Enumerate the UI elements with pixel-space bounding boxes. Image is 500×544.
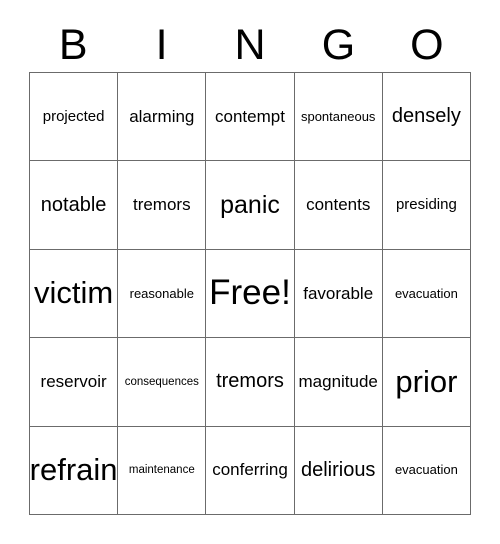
bingo-card: B I N G O projected alarming contempt sp… xyxy=(0,0,500,544)
bingo-cell-label: tremors xyxy=(216,370,284,393)
bingo-cell-b1[interactable]: projected xyxy=(30,73,119,162)
bingo-cell-o3[interactable]: evacuation xyxy=(382,249,471,339)
bingo-cell-g3[interactable]: favorable xyxy=(294,249,383,339)
bingo-cell-label: alarming xyxy=(129,106,195,126)
bingo-cell-n4[interactable]: tremors xyxy=(206,338,295,427)
bingo-cell-label: evacuation xyxy=(394,462,458,478)
bingo-cell-label: evacuation xyxy=(394,285,458,301)
bingo-cell-label: favorable xyxy=(303,283,374,303)
bingo-cell-label: conferring xyxy=(212,460,288,480)
bingo-cell-g4[interactable]: magnitude xyxy=(294,338,383,427)
bingo-cell-label: densely xyxy=(391,105,461,128)
bingo-cell-g2[interactable]: contents xyxy=(294,161,383,250)
bingo-cell-label: prior xyxy=(395,363,458,399)
bingo-cell-o1[interactable]: densely xyxy=(382,73,471,162)
bingo-cell-o2[interactable]: presiding xyxy=(382,161,471,250)
bingo-cell-label: consequences xyxy=(124,375,199,388)
bingo-cell-o5[interactable]: evacuation xyxy=(382,426,471,515)
bingo-cell-label: panic xyxy=(220,190,280,219)
bingo-cell-i2[interactable]: tremors xyxy=(118,161,207,250)
bingo-cell-label: reasonable xyxy=(129,285,194,301)
bingo-cell-label: contents xyxy=(306,195,371,215)
bingo-cell-label: presiding xyxy=(395,196,457,214)
bingo-cell-i3[interactable]: reasonable xyxy=(118,249,207,339)
bingo-header-letter-i: I xyxy=(155,20,168,69)
bingo-cell-label: reservoir xyxy=(40,371,107,391)
bingo-grid: projected alarming contempt spontaneous … xyxy=(29,72,471,515)
bingo-cell-label: refrain xyxy=(30,452,118,488)
bingo-cell-b4[interactable]: reservoir xyxy=(30,338,119,427)
bingo-cell-label: delirious xyxy=(300,458,376,481)
bingo-cell-label: victim xyxy=(33,275,114,311)
bingo-cell-n1[interactable]: contempt xyxy=(206,73,295,162)
bingo-cell-n2[interactable]: panic xyxy=(206,161,295,250)
bingo-cell-label: magnitude xyxy=(298,371,378,391)
bingo-header-letter-g: G xyxy=(321,20,356,69)
bingo-cell-i5[interactable]: maintenance xyxy=(118,426,207,515)
bingo-cell-g1[interactable]: spontaneous xyxy=(294,73,383,162)
bingo-free-space-label: Free! xyxy=(209,273,291,313)
bingo-cell-i4[interactable]: consequences xyxy=(118,338,207,427)
bingo-cell-n5[interactable]: conferring xyxy=(206,426,295,515)
bingo-cell-label: contempt xyxy=(215,106,285,126)
bingo-cell-label: tremors xyxy=(132,195,191,215)
bingo-header-row: B I N G O xyxy=(29,18,471,72)
bingo-cell-i1[interactable]: alarming xyxy=(118,73,207,162)
bingo-cell-b3[interactable]: victim xyxy=(30,249,119,339)
bingo-cell-label: notable xyxy=(40,193,107,216)
bingo-cell-label: spontaneous xyxy=(300,108,376,124)
bingo-cell-label: projected xyxy=(42,107,105,125)
bingo-cell-free-space[interactable]: Free! xyxy=(206,249,295,339)
bingo-header-letter-b: B xyxy=(58,20,88,69)
bingo-cell-label: maintenance xyxy=(128,464,195,477)
bingo-cell-g5[interactable]: delirious xyxy=(294,426,383,515)
bingo-header-letter-n: N xyxy=(234,20,266,69)
bingo-cell-b5[interactable]: refrain xyxy=(30,426,119,515)
bingo-cell-o4[interactable]: prior xyxy=(382,338,471,427)
bingo-header-letter-o: O xyxy=(410,20,444,69)
bingo-cell-b2[interactable]: notable xyxy=(30,161,119,250)
